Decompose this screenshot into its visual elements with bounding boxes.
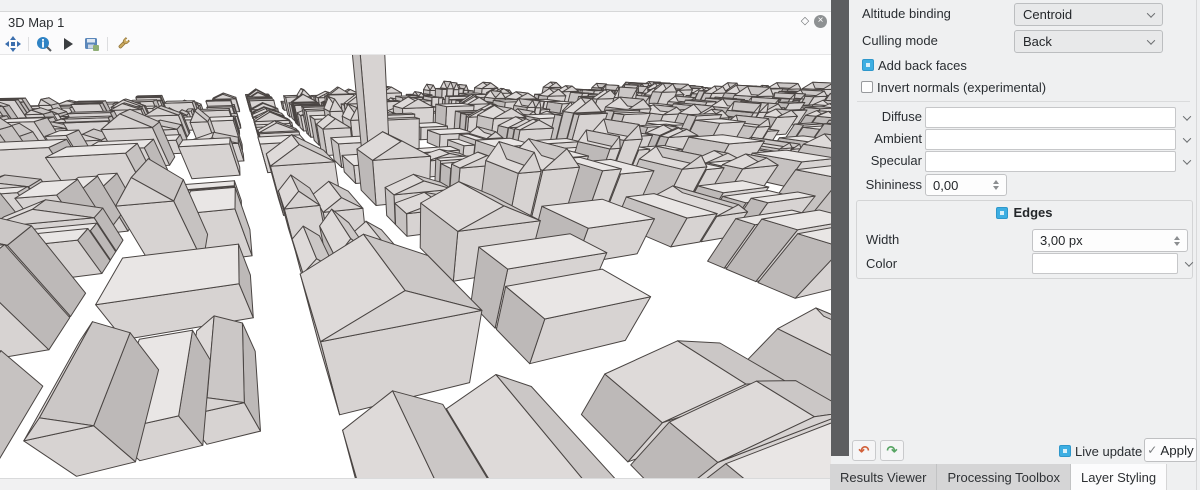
specular-label: Specular <box>849 153 922 168</box>
bottom-dock-tabbar: Results Viewer Processing Toolbox Layer … <box>830 464 1167 490</box>
separator <box>857 101 1190 102</box>
animations-play-icon[interactable] <box>59 35 77 53</box>
chevron-down-icon[interactable] <box>1176 159 1190 165</box>
tab-processing-toolbox[interactable]: Processing Toolbox <box>937 464 1071 490</box>
close-dock-icon[interactable]: × <box>814 15 827 28</box>
3d-map-titlebar: 3D Map 1 ◇ × <box>0 12 831 33</box>
identify-icon[interactable] <box>35 35 53 53</box>
shininess-spinbox[interactable]: 0,00 <box>925 174 1007 196</box>
ambient-color-button[interactable] <box>925 129 1190 150</box>
chevron-down-icon[interactable] <box>1176 115 1190 121</box>
edges-groupbox: Edges Width 3,00 px Color <box>856 200 1193 279</box>
undo-button[interactable]: ↶ <box>852 440 876 461</box>
edges-width-value: 3,00 px <box>1040 233 1083 248</box>
tab-layer-styling[interactable]: Layer Styling <box>1071 464 1167 490</box>
chevron-down-icon[interactable] <box>1178 261 1192 267</box>
toolbar-separator <box>107 37 108 51</box>
redo-button[interactable]: ↷ <box>880 440 904 461</box>
edges-width-spinbox[interactable]: 3,00 px <box>1032 229 1188 252</box>
3d-map-viewport[interactable] <box>0 54 831 478</box>
specular-swatch-frame <box>925 151 1176 172</box>
configure-wrench-icon[interactable] <box>114 35 132 53</box>
culling-mode-value: Back <box>1023 34 1052 49</box>
add-back-faces-checkbox[interactable] <box>862 59 874 71</box>
edges-label: Edges <box>1013 205 1052 220</box>
layer-styling-panel: Altitude binding Centroid Culling mode B… <box>849 0 1197 490</box>
invert-normals-label: Invert normals (experimental) <box>877 80 1046 95</box>
edges-width-label: Width <box>866 232 899 247</box>
add-back-faces-label: Add back faces <box>878 58 967 73</box>
spinner-arrows-icon[interactable] <box>993 180 999 190</box>
ambient-swatch-frame <box>925 129 1176 150</box>
edges-color-swatch-frame <box>1032 253 1178 274</box>
altitude-binding-label: Altitude binding <box>862 6 951 21</box>
altitude-binding-value: Centroid <box>1023 7 1072 22</box>
edges-color-button[interactable] <box>1032 253 1192 274</box>
invert-normals-checkbox[interactable] <box>861 81 873 93</box>
dock-splitter-handle[interactable] <box>831 0 849 456</box>
chevron-down-icon[interactable] <box>1176 137 1190 143</box>
statusbar-strip <box>0 478 831 490</box>
chevron-down-icon <box>1147 9 1155 17</box>
ambient-label: Ambient <box>849 131 922 146</box>
shininess-label: Shininess <box>849 177 922 192</box>
apply-label: Apply <box>1160 443 1193 458</box>
save-image-icon[interactable] <box>83 35 101 53</box>
edges-header: Edges <box>857 205 1192 220</box>
culling-mode-select[interactable]: Back <box>1014 30 1163 53</box>
3d-map-title: 3D Map 1 <box>8 15 64 30</box>
altitude-binding-select[interactable]: Centroid <box>1014 3 1163 26</box>
camera-control-icon[interactable] <box>4 35 22 53</box>
spinner-arrows-icon[interactable] <box>1174 236 1180 246</box>
diffuse-color-button[interactable] <box>925 107 1190 128</box>
live-update-checkbox[interactable] <box>1059 445 1071 457</box>
live-update-label: Live update <box>1075 444 1142 459</box>
culling-mode-label: Culling mode <box>862 33 938 48</box>
shininess-value: 0,00 <box>933 178 958 193</box>
window-top-strip <box>0 0 831 12</box>
diffuse-label: Diffuse <box>849 109 922 124</box>
redo-icon: ↷ <box>887 443 898 458</box>
toolbar-separator <box>28 37 29 51</box>
chevron-down-icon <box>1147 36 1155 44</box>
check-icon: ✓ <box>1147 443 1157 457</box>
3d-city-render <box>0 55 831 478</box>
apply-button[interactable]: ✓ Apply <box>1144 438 1197 462</box>
qgis-window: 3D Map 1 ◇ × <box>0 0 1200 490</box>
3d-map-toolbar <box>0 33 831 54</box>
diffuse-swatch-frame <box>925 107 1176 128</box>
specular-color-button[interactable] <box>925 151 1190 172</box>
tab-results-viewer[interactable]: Results Viewer <box>830 464 937 490</box>
edges-color-label: Color <box>866 256 897 271</box>
3d-map-dock: 3D Map 1 ◇ × <box>0 0 831 490</box>
undo-icon: ↶ <box>859 443 870 458</box>
float-dock-icon[interactable]: ◇ <box>799 15 811 27</box>
edges-checkbox[interactable] <box>996 207 1008 219</box>
